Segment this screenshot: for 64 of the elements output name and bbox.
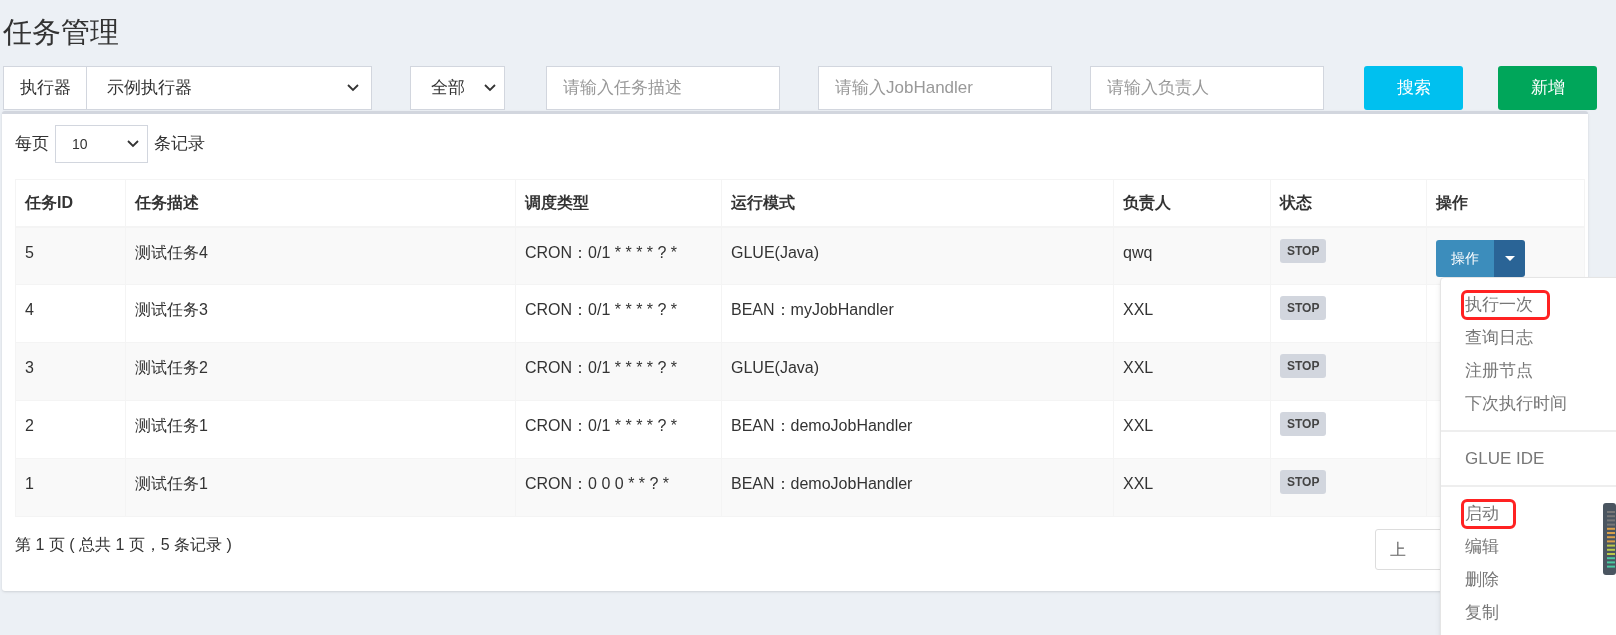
search-field[interactable]: 请输入任务描述 (546, 66, 780, 110)
table-cell: 3 (25, 359, 34, 376)
table-cell: 测试任务4 (135, 243, 208, 261)
level-meter-icon (1603, 503, 1616, 575)
menu-item[interactable]: 注册节点 (1465, 358, 1533, 383)
table-cell: CRON：0/1 * * * * ? * (525, 359, 678, 376)
chevron-down-icon (484, 84, 496, 92)
chevron-down-icon (347, 84, 359, 92)
table-cell: qwq (1123, 243, 1153, 261)
table-cell: GLUE(Java) (731, 243, 820, 261)
column-header: 任务ID (25, 193, 73, 211)
page-size-prefix: 每页 (15, 133, 49, 156)
status-badge: STOP (1280, 470, 1327, 494)
search-field[interactable]: 请输入负责人 (1090, 66, 1324, 110)
executor-label: 执行器 (3, 66, 87, 110)
table-cell: 2 (25, 417, 34, 434)
add-button[interactable]: 新增 (1498, 66, 1597, 110)
table-cell: XXL (1123, 301, 1154, 318)
table-cell: 测试任务1 (135, 475, 208, 492)
search-field[interactable]: 请输入JobHandler (818, 66, 1052, 110)
table-cell: XXL (1123, 475, 1154, 492)
page-size-suffix: 条记录 (154, 133, 205, 156)
page-title: 任务管理 (3, 15, 119, 50)
table-cell: BEAN：myJobHandler (731, 301, 894, 318)
table-cell: XXL (1123, 417, 1154, 434)
dropdown-toggle[interactable] (1494, 239, 1525, 277)
table-cell: CRON：0/1 * * * * ? * (525, 243, 678, 261)
status-badge: STOP (1280, 238, 1327, 263)
menu-item[interactable]: 编辑 (1465, 534, 1499, 559)
column-header: 操作 (1436, 193, 1468, 211)
table-cell: BEAN：demoJobHandler (731, 475, 913, 492)
menu-item[interactable]: 复制 (1465, 600, 1499, 625)
menu-item[interactable]: 启动 (1464, 501, 1513, 526)
caret-icon (1504, 255, 1515, 261)
menu-item[interactable]: 查询日志 (1465, 325, 1533, 350)
column-header: 调度类型 (525, 193, 589, 211)
status-badge: STOP (1280, 354, 1327, 378)
table-cell: 5 (25, 243, 34, 261)
action-button[interactable]: 操作 (1436, 239, 1494, 277)
table-cell: CRON：0 0 0 * * ? * (525, 475, 670, 492)
table-cell: GLUE(Java) (731, 359, 820, 376)
column-header: 负责人 (1123, 193, 1171, 211)
pagination-info: 第 1 页 ( 总共 1 页，5 条记录 ) (15, 535, 232, 555)
status-badge: STOP (1280, 412, 1327, 436)
executor-select[interactable]: 示例执行器 (87, 66, 372, 110)
status-select[interactable]: 全部 (410, 66, 505, 110)
table-cell: 4 (25, 301, 34, 318)
table-cell: CRON：0/1 * * * * ? * (525, 417, 678, 434)
menu-item[interactable]: 下次执行时间 (1465, 391, 1567, 416)
status-badge: STOP (1280, 296, 1327, 320)
table-cell: 1 (25, 475, 34, 492)
chevron-down-icon (127, 140, 139, 148)
table-cell: 测试任务3 (135, 301, 208, 318)
table-cell: 测试任务2 (135, 359, 208, 376)
menu-item[interactable]: GLUE IDE (1465, 446, 1545, 471)
column-header: 状态 (1280, 193, 1312, 211)
table-cell: 测试任务1 (135, 417, 208, 434)
page-size-select[interactable]: 10 (55, 125, 148, 163)
column-header: 运行模式 (731, 193, 795, 211)
table-cell: XXL (1123, 359, 1154, 376)
table-cell: BEAN：demoJobHandler (731, 417, 913, 434)
table-cell: CRON：0/1 * * * * ? * (525, 301, 678, 318)
column-header: 任务描述 (135, 193, 199, 211)
menu-item[interactable]: 删除 (1465, 567, 1499, 592)
